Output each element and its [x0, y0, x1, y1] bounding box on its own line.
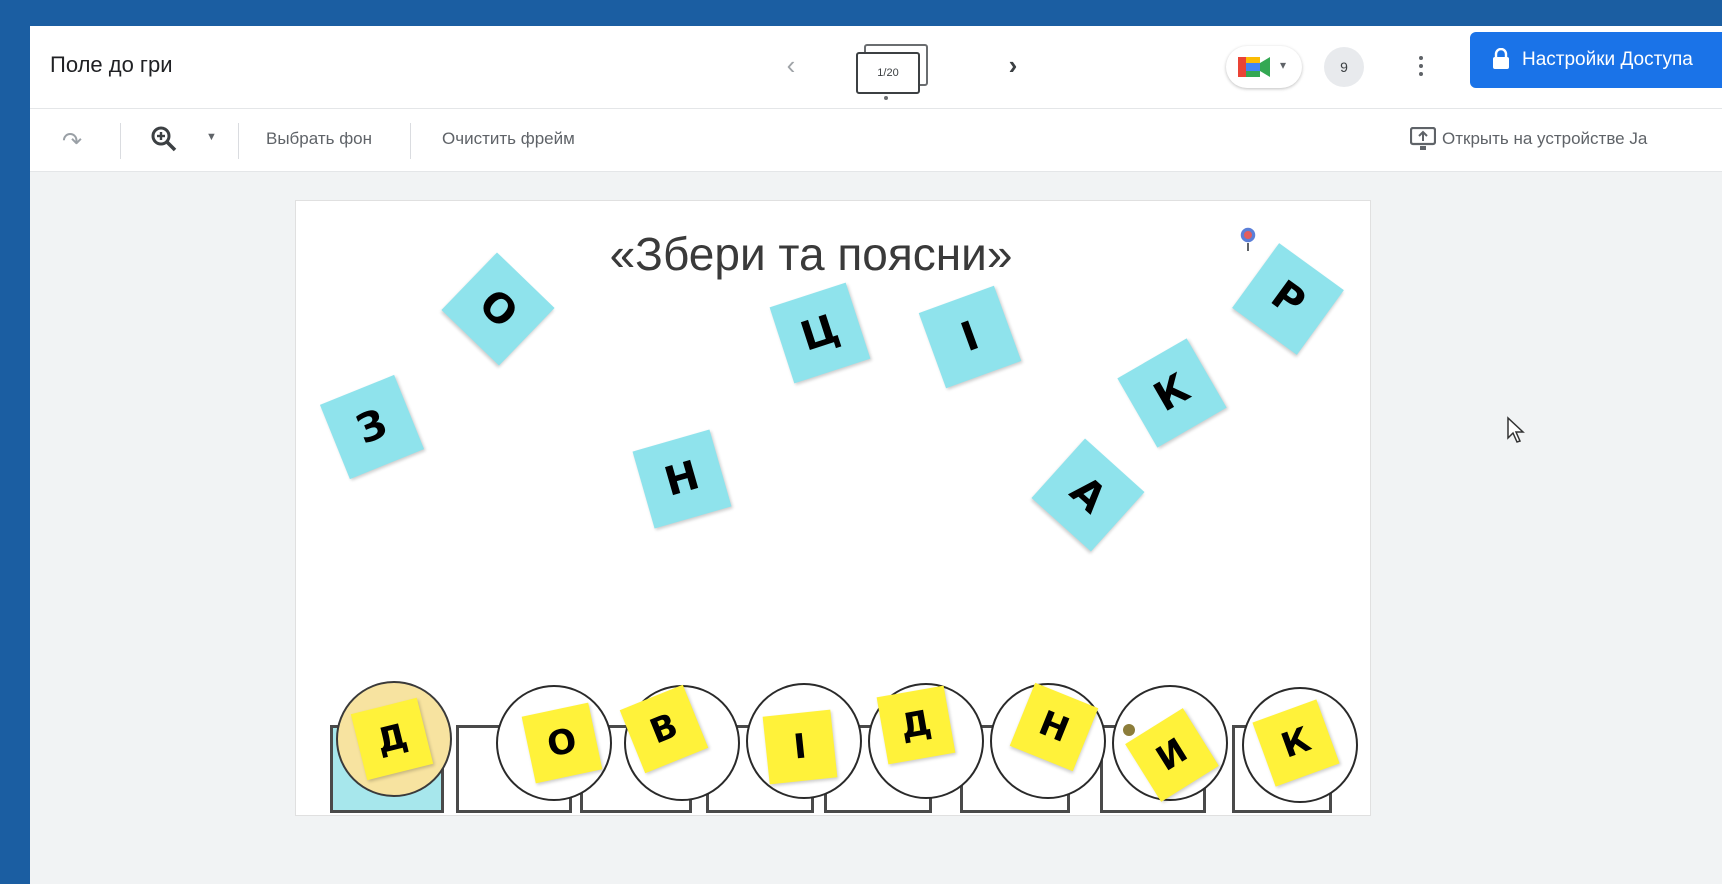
next-frame-button[interactable]: › — [998, 50, 1028, 80]
sticky-note[interactable]: О — [521, 702, 603, 784]
letter-card[interactable]: І — [918, 285, 1022, 389]
letter-card[interactable]: Ц — [769, 282, 871, 384]
participant-count[interactable]: 9 — [1324, 47, 1364, 87]
jam-canvas[interactable]: «Збери та поясни» З О Ц І Р К Н А Д О В … — [296, 201, 1370, 815]
meet-icon — [1238, 57, 1270, 77]
board-name[interactable]: Поле до гри — [50, 52, 172, 78]
jamboard-window: Поле до гри ‹ 1/20 › ▾ 9 Настройки Досту… — [30, 26, 1722, 884]
toolbar-divider — [410, 123, 411, 159]
board-title: «Збери та поясни» — [609, 228, 1013, 280]
sticky-note[interactable]: Д — [876, 685, 956, 765]
chevron-down-icon[interactable]: ▼ — [206, 131, 217, 143]
lock-icon — [1493, 48, 1509, 69]
marker-dot — [1123, 724, 1135, 736]
frame-counter: 1/20 — [856, 52, 920, 94]
open-on-device-label: Открыть на устройстве Ja — [1442, 129, 1648, 148]
zoom-icon — [151, 126, 177, 152]
letter-card[interactable]: А — [1031, 438, 1145, 552]
previous-frame-button[interactable]: ‹ — [776, 50, 806, 80]
clear-frame-button[interactable]: Очистить фрейм — [442, 129, 575, 149]
toolbar-divider — [238, 123, 239, 159]
share-button-label: Настройки Доступа — [1522, 49, 1693, 70]
zoom-button[interactable] — [150, 125, 178, 158]
pin-icon — [1239, 226, 1257, 251]
redo-icon[interactable]: ↷ — [62, 127, 82, 156]
frame-bar-toggle[interactable]: 1/20 — [852, 40, 942, 100]
letter-card[interactable]: К — [1117, 338, 1227, 448]
chevron-down-icon: ▾ — [1280, 58, 1287, 72]
meet-button[interactable]: ▾ — [1226, 46, 1302, 88]
cast-icon — [1410, 127, 1436, 150]
letter-card[interactable]: З — [319, 374, 425, 480]
choose-background-button[interactable]: Выбрать фон — [266, 129, 372, 149]
toolbar-divider — [120, 123, 121, 159]
share-button[interactable]: Настройки Доступа — [1470, 32, 1722, 88]
cursor-icon — [1507, 416, 1525, 443]
letter-card[interactable]: Н — [632, 429, 732, 529]
toolbar: ↷ ▼ Выбрать фон Очистить фрейм Открыть н… — [30, 109, 1722, 172]
top-bar: Поле до гри ‹ 1/20 › ▾ 9 Настройки Досту… — [30, 26, 1722, 109]
more-options-icon[interactable] — [1414, 52, 1428, 80]
sticky-note[interactable]: І — [762, 709, 838, 785]
